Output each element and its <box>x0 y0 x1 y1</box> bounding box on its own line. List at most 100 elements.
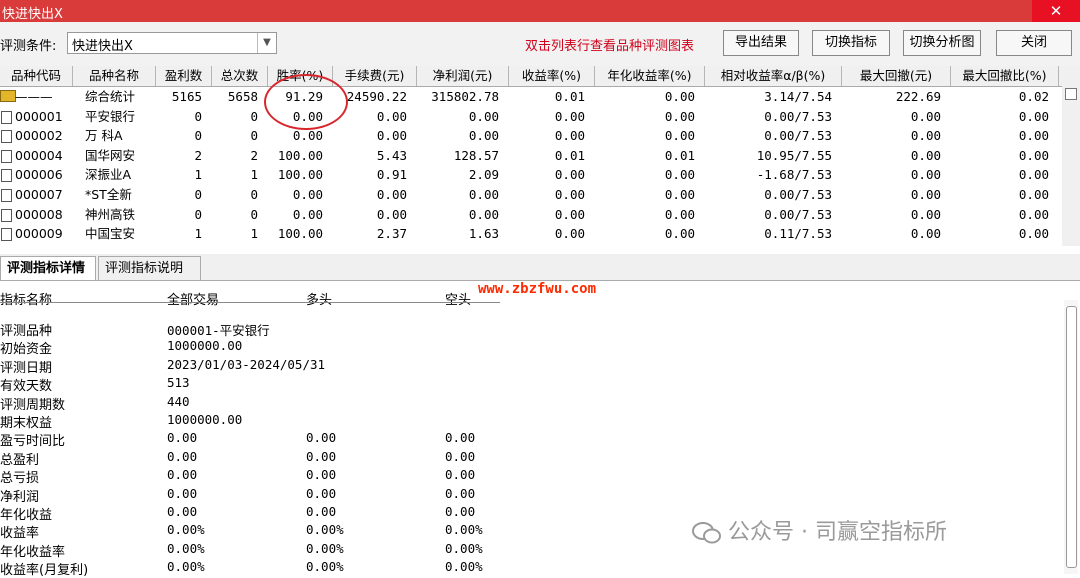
detail-value: 1000000.00 <box>167 412 243 427</box>
table-cell: 综合统计 <box>85 89 136 104</box>
detail-label: 评测周期数 <box>0 397 66 413</box>
table-row[interactable]: 000007 *ST全新 0 0 0.00 0.00 0.00 0.00 0.00 0.00/7.… <box>0 185 1062 205</box>
table-row[interactable]: 000009 中国宝安 1 1 100.00 2.37 1.63 0.00 0.00 0.11/7… <box>0 224 1062 244</box>
table-cell: 0.00 <box>910 187 941 202</box>
document-icon <box>1 149 12 163</box>
column-header[interactable]: 品种代码 <box>0 66 73 86</box>
table-cell: 0.00 <box>1018 147 1049 163</box>
table-row[interactable]: 000002 万 科A 0 0 0.00 0.00 0.00 0.00 0.00 0.00/7.5… <box>0 126 1062 146</box>
table-cell: 100.00 <box>277 226 323 242</box>
column-header[interactable]: 最大回撤比(%) <box>951 66 1059 86</box>
table-cell: 0 <box>194 206 202 222</box>
table-cell: 0.00/7.53 <box>764 108 832 124</box>
table-cell: 0.02 <box>1018 89 1049 104</box>
table-cell: 0.00 <box>292 187 323 202</box>
detail-value: 440 <box>167 393 190 409</box>
detail-value: 0.00% <box>306 559 344 575</box>
detail-label: 初始资金 <box>0 342 53 358</box>
column-header[interactable]: 净利润(元) <box>417 66 509 86</box>
checkbox[interactable] <box>1065 88 1077 100</box>
window-title: 快进快出X <box>2 7 63 22</box>
details-scrollbar[interactable] <box>1064 300 1078 574</box>
table-row[interactable]: 000004 国华网安 2 2 100.00 5.43 128.57 0.01 0.01 10.9… <box>0 146 1062 166</box>
tab-details[interactable]: 评测指标详情 <box>0 256 96 280</box>
table-cell: 0.00 <box>664 89 695 104</box>
condition-select[interactable]: 快进快出X ▼ <box>67 32 277 54</box>
column-header[interactable]: 最大回撤(元) <box>842 66 951 86</box>
detail-label: 总盈利 <box>0 452 40 468</box>
detail-value: 0.00 <box>306 430 337 446</box>
table-cell: 0 <box>194 128 202 144</box>
table-cell: 000008 <box>15 206 63 222</box>
column-header[interactable]: 手续费(元) <box>333 66 417 86</box>
table-row[interactable]: 000001 平安银行 0 0 0.00 0.00 0.00 0.00 0.00 0.00/7.5… <box>0 107 1062 127</box>
detail-value: 0.00% <box>445 559 483 575</box>
detail-value: 0.00 <box>306 448 337 464</box>
table-cell: 0.00 <box>554 108 585 124</box>
detail-value: 0.00 <box>167 430 198 446</box>
table-cell: 0 <box>194 187 202 202</box>
table-scrollbar[interactable] <box>1062 66 1080 246</box>
detail-value: 0.00 <box>167 467 198 483</box>
table-cell: 315802.78 <box>431 89 499 104</box>
chevron-down-icon[interactable]: ▼ <box>257 33 276 53</box>
table-header: 品种代码 品种名称 盈利数 总次数 胜率(%) 手续费(元) 净利润(元) 收益率(%) 年化收… <box>0 66 1062 87</box>
document-icon <box>1 130 12 144</box>
detail-label: 评测品种 <box>0 324 53 339</box>
window-close-icon[interactable]: ✕ <box>1032 0 1080 22</box>
column-header[interactable]: 相对收益率α/β(%) <box>705 66 842 86</box>
table-cell: 128.57 <box>453 147 499 163</box>
detail-value: 0.00% <box>167 522 205 538</box>
table-cell: 0.00 <box>664 108 695 124</box>
table-cell: 0.00 <box>664 206 695 222</box>
summary-icon <box>0 90 16 102</box>
detail-value: 000001-平安银行 <box>167 323 270 338</box>
detail-value: 0.00 <box>167 485 198 501</box>
column-header[interactable]: 盈利数 <box>156 66 212 86</box>
column-header[interactable]: 品种名称 <box>73 66 156 86</box>
table-row[interactable]: 000006 深振业A 1 1 100.00 0.91 2.09 0.00 0.00 -1.68/… <box>0 165 1062 185</box>
detail-label: 净利润 <box>0 489 40 505</box>
document-icon <box>1 228 12 242</box>
table-cell: 1 <box>250 226 258 242</box>
table-cell: 100.00 <box>277 147 323 163</box>
table-cell: 0.01 <box>554 89 585 104</box>
details-header-short: 空头 <box>445 293 472 308</box>
table-row[interactable]: 000008 神州高铁 0 0 0.00 0.00 0.00 0.00 0.00 0.00/7.5… <box>0 205 1062 225</box>
switch-indicator-button[interactable]: 切换指标 <box>812 30 890 56</box>
table-cell: 0.00 <box>1018 226 1049 242</box>
summary-row[interactable]: ——— 综合统计 5165 5658 91.29 24590.22 315802.78 0.0… <box>0 87 1062 107</box>
switch-chart-button[interactable]: 切换分析图 <box>903 30 981 56</box>
close-button[interactable]: 关闭 <box>996 30 1072 56</box>
table-cell: -1.68/7.53 <box>756 167 832 183</box>
wechat-icon <box>692 522 721 544</box>
column-header[interactable]: 年化收益率(%) <box>595 66 705 86</box>
scroll-thumb[interactable] <box>1066 306 1077 568</box>
detail-label: 期末权益 <box>0 416 53 431</box>
column-header[interactable]: 总次数 <box>212 66 268 86</box>
document-icon <box>1 169 12 183</box>
detail-value: 0.00% <box>167 540 205 556</box>
table-cell: 000009 <box>15 226 63 242</box>
export-button[interactable]: 导出结果 <box>723 30 799 56</box>
table-cell: 0 <box>250 128 258 144</box>
detail-value: 0.00% <box>306 522 344 538</box>
table-cell: 0.00 <box>910 147 941 163</box>
condition-label: 评测条件: <box>0 39 57 54</box>
detail-value: 1000000.00 <box>167 338 243 354</box>
document-icon <box>1 208 12 222</box>
table-cell: 0.00 <box>664 226 695 242</box>
table-cell: 5658 <box>227 89 258 104</box>
detail-label: 年化收益 <box>0 508 53 523</box>
table-cell: 神州高铁 <box>85 206 136 222</box>
watermark: www.zbzfwu.com <box>478 281 597 297</box>
detail-label: 年化收益率 <box>0 544 66 560</box>
table-cell: 0 <box>250 206 258 222</box>
table-cell: 0.11/7.53 <box>764 226 832 242</box>
column-header[interactable]: 收益率(%) <box>509 66 595 86</box>
tab-description[interactable]: 评测指标说明 <box>98 256 201 280</box>
detail-value: 0.00 <box>306 504 337 519</box>
table-cell: 1.63 <box>468 226 499 242</box>
detail-value: 0.00 <box>445 485 476 501</box>
detail-label: 有效天数 <box>0 379 53 395</box>
